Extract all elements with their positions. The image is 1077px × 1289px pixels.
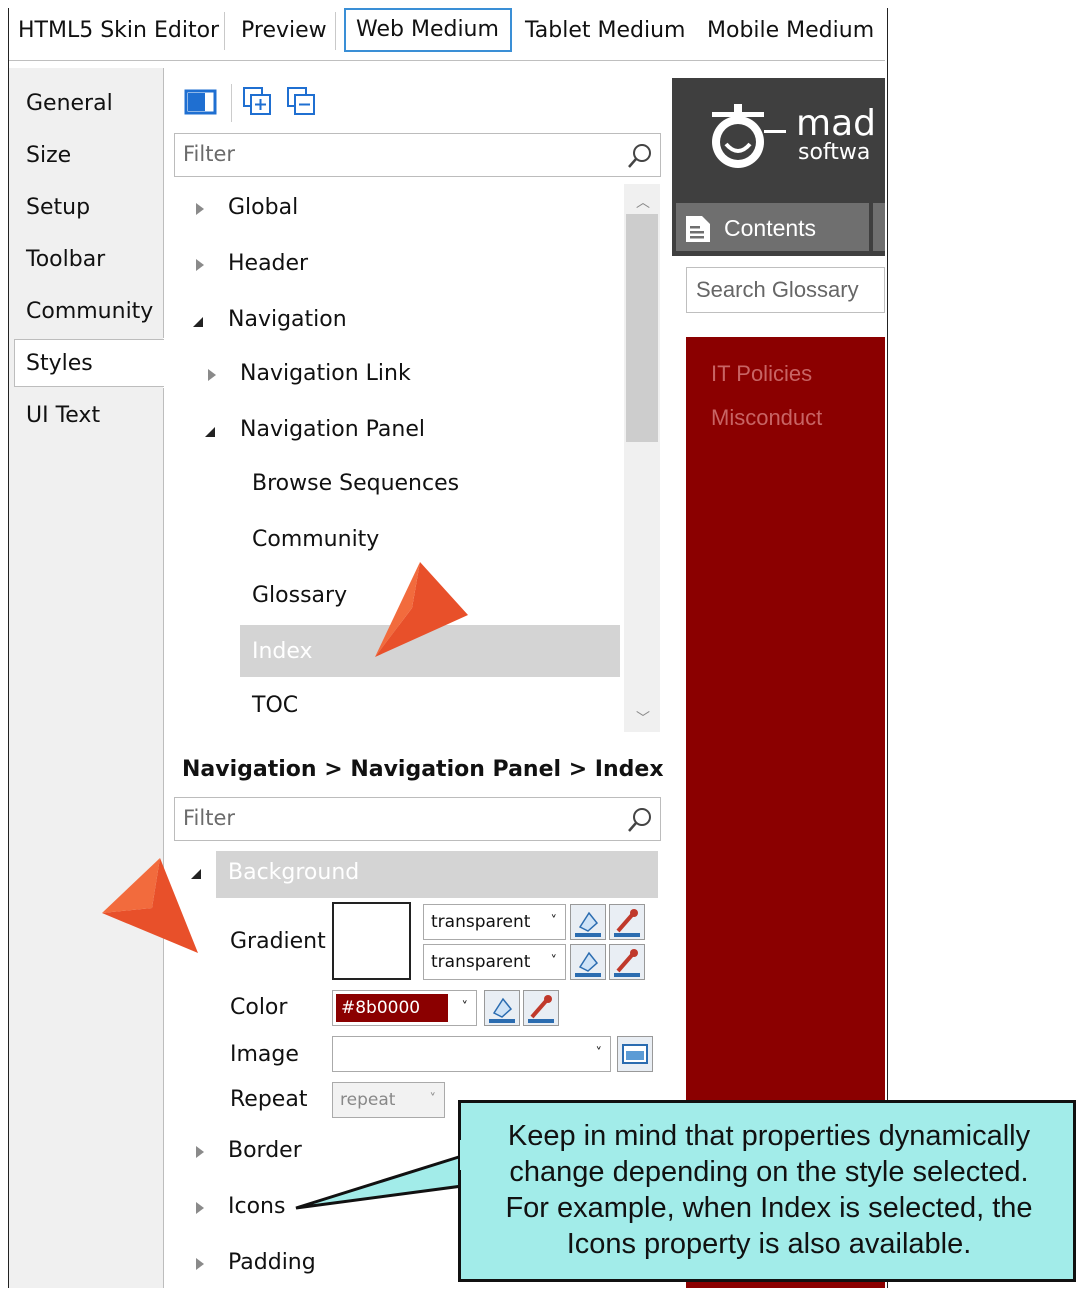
left-tab-setup[interactable]: Setup [26, 193, 90, 223]
tree-item-header[interactable]: Header [228, 249, 308, 279]
preview-link[interactable]: IT Policies [711, 361, 812, 387]
repeat-value: repeat [340, 1090, 396, 1110]
eyedropper-icon[interactable] [523, 990, 559, 1026]
eyedropper-icon[interactable] [609, 944, 645, 980]
preview-search-input[interactable]: Search Glossary [686, 267, 885, 313]
chevron-down-icon: ˅ [550, 954, 558, 969]
paint-bucket-icon[interactable] [484, 990, 520, 1026]
preview-next-tab[interactable] [873, 203, 885, 251]
callout-line: Icons property is also available. [566, 1228, 972, 1260]
tree-item-global[interactable]: Global [228, 193, 298, 223]
gradient-from-value: transparent [431, 912, 531, 932]
callout-pointer [294, 1150, 466, 1224]
expand-arrow-icon[interactable] [196, 203, 204, 215]
color-value-swatch: #8b0000 [336, 994, 448, 1022]
chevron-down-icon: ˅ [429, 1092, 437, 1107]
collapse-arrow-icon[interactable] [191, 314, 205, 333]
collapse-all-icon[interactable] [286, 86, 318, 118]
panel-toggle-icon[interactable] [184, 87, 218, 117]
image-browse-icon[interactable] [617, 1036, 653, 1072]
tab-html5-skin-editor[interactable]: HTML5 Skin Editor [18, 9, 219, 53]
background-group-label: Background [228, 860, 360, 885]
tree-item-navigation[interactable]: Navigation [228, 305, 347, 335]
tab-preview[interactable]: Preview [241, 9, 327, 53]
callout-line: Keep in mind that properties dynamically [507, 1120, 1031, 1152]
chevron-down-icon: ˅ [550, 914, 558, 929]
pointer-arrow-icon [100, 858, 205, 962]
breadcrumb: Navigation > Navigation Panel > Index [182, 757, 664, 782]
tab-web-medium[interactable]: Web Medium [344, 8, 512, 52]
paint-bucket-icon[interactable] [570, 904, 606, 940]
tree-item-toc[interactable]: TOC [252, 691, 298, 721]
tab-separator [335, 12, 336, 50]
property-filter-input[interactable]: Filter [174, 797, 661, 841]
expand-all-icon[interactable] [242, 86, 274, 118]
preview-search-placeholder: Search Glossary [696, 277, 859, 302]
tree-item-glossary[interactable]: Glossary [252, 581, 347, 611]
image-label: Image [230, 1042, 299, 1067]
scroll-up-icon[interactable]: ︿ [636, 192, 650, 212]
tree-item-index[interactable]: Index [252, 637, 313, 667]
property-filter-placeholder: Filter [183, 806, 236, 830]
tree-item-navigation-panel[interactable]: Navigation Panel [240, 415, 425, 445]
chevron-down-icon: ˅ [461, 1000, 469, 1015]
left-tab-size[interactable]: Size [26, 141, 71, 171]
tree-item-navigation-link[interactable]: Navigation Link [240, 359, 411, 389]
scroll-down-icon[interactable]: ﹀ [636, 708, 650, 728]
logo-text-line2: softwa [798, 140, 871, 165]
padding-group-label[interactable]: Padding [228, 1250, 316, 1275]
expand-arrow-icon[interactable] [208, 369, 216, 381]
left-tab-ui-text[interactable]: UI Text [26, 401, 100, 431]
tree-item-browse-sequences[interactable]: Browse Sequences [252, 469, 459, 499]
eyedropper-icon[interactable] [609, 904, 645, 940]
left-tab-toolbar[interactable]: Toolbar [26, 245, 105, 275]
search-icon [628, 144, 651, 168]
gradient-swatch[interactable] [332, 902, 411, 980]
search-icon [628, 808, 651, 832]
gradient-to-select[interactable]: transparent ˅ [423, 944, 566, 980]
image-select[interactable]: ˅ [332, 1036, 611, 1072]
collapse-arrow-icon[interactable] [203, 424, 217, 443]
tree-item-community[interactable]: Community [252, 525, 379, 555]
callout-line: change depending on the style selected. [509, 1156, 1029, 1188]
contents-icon [684, 214, 712, 248]
gradient-from-select[interactable]: transparent ˅ [423, 904, 566, 940]
gradient-label: Gradient [230, 929, 326, 954]
logo-icon [706, 100, 786, 176]
expand-arrow-icon[interactable] [196, 259, 204, 271]
tab-mobile-medium[interactable]: Mobile Medium [707, 9, 874, 53]
repeat-label: Repeat [230, 1087, 308, 1112]
paint-bucket-icon[interactable] [570, 944, 606, 980]
callout-text: Keep in mind that properties dynamically… [470, 1118, 1068, 1262]
expand-arrow-icon[interactable] [196, 1202, 204, 1214]
expand-arrow-icon[interactable] [196, 1258, 204, 1270]
toolbar-separator [231, 84, 232, 122]
tab-tablet-medium[interactable]: Tablet Medium [525, 9, 685, 53]
gradient-to-value: transparent [431, 952, 531, 972]
callout-pointer-join [460, 1140, 468, 1170]
style-filter-placeholder: Filter [183, 142, 236, 166]
preview-link[interactable]: Misconduct [711, 405, 822, 431]
repeat-select[interactable]: repeat ˅ [332, 1082, 445, 1118]
icons-group-label[interactable]: Icons [228, 1194, 285, 1219]
logo-text-line1: mad [796, 103, 876, 144]
border-group-label[interactable]: Border [228, 1138, 302, 1163]
chevron-down-icon: ˅ [595, 1046, 603, 1061]
left-tab-community[interactable]: Community [26, 297, 153, 327]
left-tab-styles[interactable]: Styles [26, 349, 93, 379]
left-tab-general[interactable]: General [26, 89, 113, 119]
pointer-arrow-icon [370, 560, 475, 664]
tab-separator [224, 12, 225, 50]
preview-contents-label: Contents [724, 215, 817, 241]
color-label: Color [230, 995, 288, 1020]
color-select[interactable]: #8b0000 ˅ [332, 990, 477, 1026]
style-filter-input[interactable]: Filter [174, 133, 661, 177]
tree-scrollbar-thumb[interactable] [626, 214, 658, 442]
callout-line: For example, when Index is selected, the [505, 1192, 1033, 1224]
expand-arrow-icon[interactable] [196, 1146, 204, 1158]
